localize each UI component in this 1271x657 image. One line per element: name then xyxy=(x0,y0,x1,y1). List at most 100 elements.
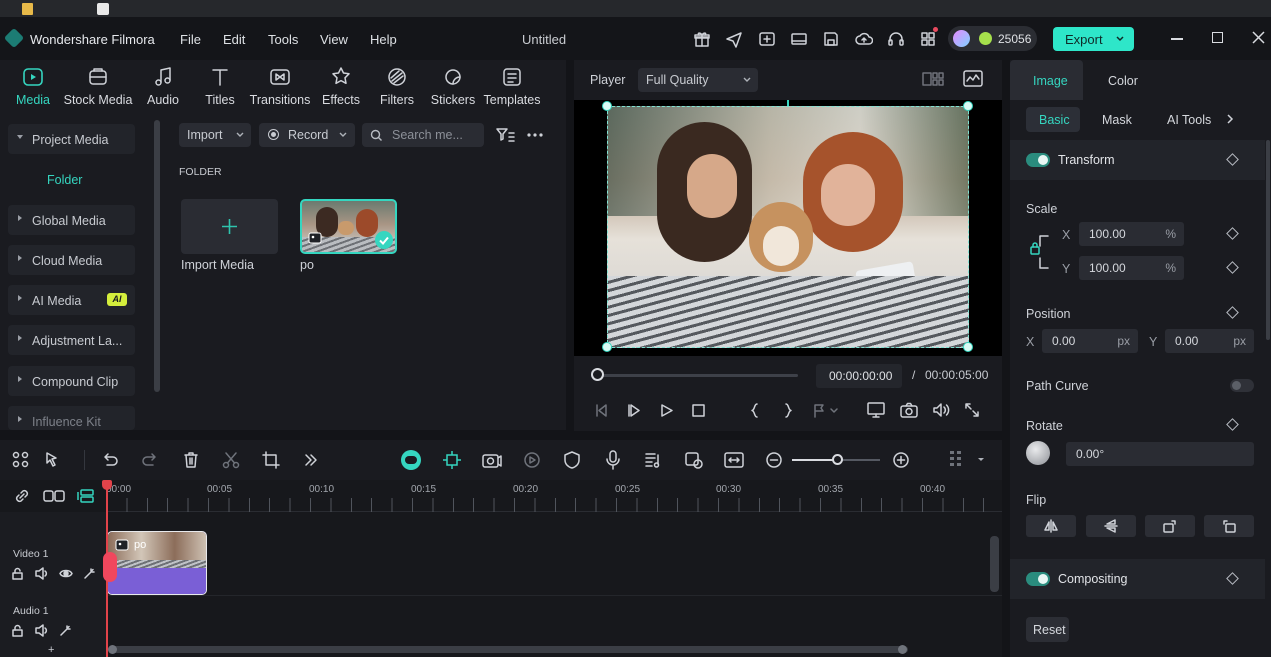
transform-toggle[interactable] xyxy=(1026,153,1050,167)
sidebar-item-folder[interactable]: Folder xyxy=(47,173,82,187)
previous-frame-icon[interactable] xyxy=(594,403,609,418)
lock-icon[interactable] xyxy=(11,567,24,580)
sidebar-item-cloud-media[interactable]: Cloud Media xyxy=(8,245,135,275)
fullscreen-icon[interactable] xyxy=(964,402,980,418)
path-curve-toggle[interactable] xyxy=(1230,379,1254,392)
current-time[interactable]: 00:00:00:00 xyxy=(816,364,902,388)
zoom-slider-knob[interactable] xyxy=(831,454,843,465)
tab-transitions[interactable]: Transitions xyxy=(245,66,315,107)
cloud-upload-icon[interactable] xyxy=(855,30,873,48)
close-icon[interactable] xyxy=(1252,31,1265,44)
marker-dropdown-icon[interactable] xyxy=(812,403,840,418)
scale-x-input[interactable]: 100.00% xyxy=(1079,222,1184,246)
position-y-input[interactable]: 0.00 px xyxy=(1165,329,1254,353)
app-icon[interactable] xyxy=(97,3,109,15)
ai-assistant-icon[interactable] xyxy=(401,450,421,470)
magic-wand-icon[interactable] xyxy=(83,567,96,580)
keyframe-diamond-icon[interactable] xyxy=(1226,306,1239,319)
headset-icon[interactable] xyxy=(887,30,905,48)
chevron-right-icon[interactable] xyxy=(1225,113,1235,125)
rotate-left-button[interactable] xyxy=(1204,515,1254,537)
layout-grid-icon[interactable] xyxy=(12,451,30,469)
menu-help[interactable]: Help xyxy=(370,32,397,47)
apps-grid-icon[interactable] xyxy=(919,30,937,48)
sidebar-item-compound-clip[interactable]: Compound Clip xyxy=(8,366,135,396)
eye-icon[interactable] xyxy=(59,568,73,579)
quality-dropdown[interactable]: Full Quality xyxy=(638,68,758,92)
send-icon[interactable] xyxy=(725,30,743,48)
stop-icon[interactable] xyxy=(691,403,706,418)
audio-track-lane[interactable] xyxy=(106,596,1002,640)
delete-icon[interactable] xyxy=(182,451,200,469)
redo-icon[interactable] xyxy=(141,451,159,469)
reset-button[interactable]: Reset xyxy=(1026,617,1069,642)
rotate-dial[interactable] xyxy=(1026,441,1050,465)
audio-mix-icon[interactable] xyxy=(644,451,662,469)
shield-icon[interactable] xyxy=(563,451,581,469)
crop-icon[interactable] xyxy=(262,451,280,469)
screen-replace-icon[interactable] xyxy=(684,451,704,469)
filter-sort-icon[interactable] xyxy=(495,127,515,143)
resize-handle-bottom-left[interactable] xyxy=(602,342,612,352)
waveform-monitor-icon[interactable] xyxy=(963,70,983,87)
scrollbar-handle-right[interactable] xyxy=(898,645,907,654)
progress-track[interactable] xyxy=(598,374,798,377)
magic-wand-icon[interactable] xyxy=(59,624,72,637)
subtab-basic[interactable]: Basic xyxy=(1026,107,1080,132)
flip-horizontal-button[interactable] xyxy=(1026,515,1076,537)
rotate-right-button[interactable] xyxy=(1145,515,1195,537)
import-dropdown[interactable]: Import xyxy=(179,123,251,147)
lock-ratio-icon[interactable] xyxy=(1028,232,1052,272)
credits-pill[interactable]: 25056 xyxy=(948,26,1037,51)
camera-record-icon[interactable] xyxy=(481,450,503,470)
rotate-input[interactable]: 0.00° xyxy=(1066,442,1254,466)
sidebar-item-project-media[interactable]: Project Media xyxy=(8,124,135,154)
render-preview-icon[interactable] xyxy=(867,402,885,418)
avatar[interactable] xyxy=(953,30,970,47)
sidebar-item-global-media[interactable]: Global Media xyxy=(8,205,135,235)
tab-templates[interactable]: Templates xyxy=(477,66,547,107)
speaker-icon[interactable] xyxy=(35,624,49,637)
rotate-handle[interactable] xyxy=(787,100,789,106)
play-icon[interactable] xyxy=(659,403,674,418)
import-media-tile[interactable] xyxy=(181,199,278,254)
zoom-in-icon[interactable] xyxy=(892,451,910,469)
scissors-icon[interactable] xyxy=(222,451,240,469)
grid-view-icon[interactable] xyxy=(922,71,944,87)
position-x-input[interactable]: 0.00 px xyxy=(1042,329,1138,353)
more-options-icon[interactable] xyxy=(526,132,544,138)
layout-icon[interactable] xyxy=(790,30,808,48)
resize-handle-bottom-right[interactable] xyxy=(963,342,973,352)
flip-vertical-button[interactable] xyxy=(1086,515,1136,537)
tab-color[interactable]: Color xyxy=(1108,74,1138,88)
player-preview[interactable] xyxy=(574,100,1002,356)
mark-in-icon[interactable] xyxy=(749,403,761,418)
playhead-marker[interactable] xyxy=(103,552,117,582)
resize-handle-top-right[interactable] xyxy=(963,101,973,111)
track-manager-icon[interactable] xyxy=(76,488,96,504)
schedule-icon[interactable] xyxy=(758,30,776,48)
subtab-ai-tools[interactable]: AI Tools xyxy=(1167,113,1211,127)
menu-file[interactable]: File xyxy=(180,32,201,47)
playhead-handle[interactable] xyxy=(102,480,112,490)
scrollbar-handle-left[interactable] xyxy=(108,645,117,654)
tab-media[interactable]: Media xyxy=(0,66,68,107)
scale-y-input[interactable]: 100.00% xyxy=(1079,256,1184,280)
timeline-vertical-scrollbar[interactable] xyxy=(990,536,999,592)
track-height-icon[interactable] xyxy=(948,449,966,471)
timeline-horizontal-scrollbar[interactable] xyxy=(110,646,908,653)
zoom-out-icon[interactable] xyxy=(765,451,783,469)
play-next-icon[interactable] xyxy=(626,403,641,418)
save-icon[interactable] xyxy=(822,30,840,48)
auto-snap-icon[interactable] xyxy=(442,450,462,470)
tab-stock-media[interactable]: Stock Media xyxy=(63,66,133,107)
volume-icon[interactable] xyxy=(932,402,950,418)
speaker-icon[interactable] xyxy=(35,567,49,580)
lock-icon[interactable] xyxy=(11,624,24,637)
export-button[interactable]: Export xyxy=(1053,27,1134,51)
record-dropdown[interactable]: Record xyxy=(259,123,355,147)
more-tools-icon[interactable] xyxy=(303,452,319,468)
menu-edit[interactable]: Edit xyxy=(223,32,245,47)
microphone-icon[interactable] xyxy=(604,450,622,470)
maximize-button[interactable] xyxy=(1212,32,1223,43)
